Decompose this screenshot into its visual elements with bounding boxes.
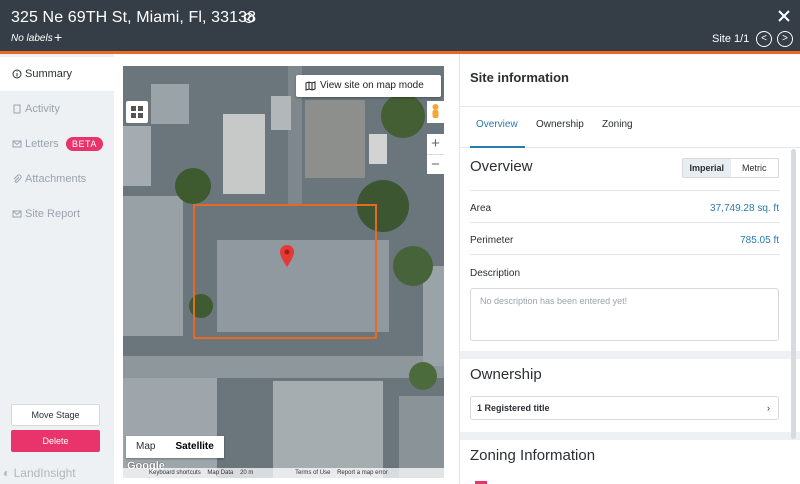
divider	[470, 222, 780, 223]
site-counter: Site 1/1	[712, 33, 750, 45]
site-address-title: 325 Ne 69TH St, Miami, Fl, 33138	[11, 9, 257, 26]
edit-pencil-icon[interactable]	[243, 12, 255, 24]
landinsight-logo: ◐ LandInsight	[3, 466, 76, 480]
previous-site-button[interactable]: <	[756, 31, 772, 47]
site-information-panel: Site information Overview Ownership Zoni…	[459, 54, 800, 484]
pegman-icon	[432, 104, 439, 118]
map-type-map[interactable]: Map	[126, 436, 165, 458]
ownership-heading: Ownership	[470, 366, 542, 383]
move-stage-button[interactable]: Move Stage	[11, 404, 100, 426]
unit-toggle: Imperial Metric	[682, 158, 779, 178]
sidebar-item-site-report[interactable]: Site Report	[0, 197, 114, 231]
paperclip-icon	[13, 174, 22, 183]
panel-title: Site information	[470, 70, 569, 85]
description-textarea[interactable]: No description has been entered yet!	[470, 288, 779, 341]
info-circle-icon	[12, 69, 22, 79]
location-pin-icon[interactable]	[279, 244, 295, 268]
zoom-in-button[interactable]: +	[427, 134, 444, 154]
active-tab-indicator	[470, 146, 525, 148]
site-boundary-overlay	[193, 204, 377, 339]
delete-button[interactable]: Delete	[11, 430, 100, 452]
divider	[470, 190, 780, 191]
description-label: Description	[470, 268, 521, 279]
zoom-out-button[interactable]: −	[427, 154, 444, 174]
satellite-map[interactable]: View site on map mode + − Map Satellite …	[123, 66, 444, 478]
close-icon[interactable]	[776, 8, 792, 24]
registered-title-label: 1 Registered title	[477, 403, 550, 413]
unit-imperial[interactable]: Imperial	[683, 159, 731, 177]
tab-overview[interactable]: Overview	[476, 119, 518, 130]
report-error-link[interactable]: Report a map error	[337, 470, 388, 476]
sidebar-item-label: Summary	[25, 68, 73, 80]
logo-mark-icon: ◐	[3, 466, 11, 480]
sidebar-item-activity[interactable]: Activity	[0, 92, 114, 126]
sidebar: Summary Activity Letters BETA Attachment…	[0, 54, 114, 484]
document-icon	[13, 104, 21, 114]
section-separator	[460, 432, 800, 440]
map-type-satellite[interactable]: Satellite	[165, 436, 223, 458]
keyboard-shortcuts-link[interactable]: Keyboard shortcuts	[149, 470, 201, 476]
grid-icon	[131, 106, 143, 118]
envelope-icon	[12, 210, 22, 218]
sidebar-item-label: Letters	[25, 138, 59, 150]
sidebar-item-label: Attachments	[25, 173, 87, 185]
sidebar-item-attachments[interactable]: Attachments	[0, 162, 114, 196]
section-separator	[460, 351, 800, 359]
terms-link[interactable]: Terms of Use	[295, 470, 330, 476]
map-data-link[interactable]: Map Data	[207, 470, 233, 476]
tab-zoning[interactable]: Zoning	[602, 119, 633, 130]
view-site-on-map-button[interactable]: View site on map mode	[296, 75, 441, 97]
divider	[470, 254, 780, 255]
panel-tabs: Overview Ownership Zoning	[460, 106, 800, 148]
sidebar-item-summary[interactable]: Summary	[0, 57, 114, 91]
add-label-button[interactable]: +	[54, 30, 62, 44]
map-attribution: Keyboard shortcuts Map Data 20 m Terms o…	[123, 468, 444, 478]
sidebar-item-letters[interactable]: Letters BETA	[0, 127, 114, 161]
sidebar-item-label: Activity	[25, 103, 60, 115]
perimeter-label: Perimeter	[470, 235, 514, 246]
zoning-heading: Zoning Information	[470, 447, 596, 464]
registered-title-row[interactable]: 1 Registered title ›	[470, 396, 779, 420]
scale-label: 20 m	[240, 470, 254, 476]
area-value: 37,749.28 sq. ft	[710, 203, 779, 214]
top-bar: 325 Ne 69TH St, Miami, Fl, 33138 No labe…	[0, 0, 800, 51]
labels-text: No labels	[11, 33, 53, 44]
unit-metric[interactable]: Metric	[731, 159, 779, 177]
zoom-controls: + −	[427, 134, 444, 174]
sidebar-item-label: Site Report	[25, 208, 81, 220]
logo-text: LandInsight	[13, 466, 76, 480]
fullscreen-button[interactable]	[126, 101, 148, 123]
perimeter-value: 785.05 ft	[740, 235, 779, 246]
panel-scrollbar[interactable]	[791, 149, 796, 439]
envelope-icon	[12, 140, 22, 148]
map-type-toggle: Map Satellite	[126, 436, 224, 458]
next-site-button[interactable]: >	[777, 31, 793, 47]
street-view-pegman[interactable]	[427, 101, 444, 123]
map-icon	[305, 81, 316, 91]
beta-badge: BETA	[66, 137, 103, 151]
area-label: Area	[470, 203, 492, 214]
chevron-right-icon: ›	[767, 403, 770, 413]
overview-heading: Overview	[470, 158, 533, 175]
tab-ownership[interactable]: Ownership	[536, 119, 584, 130]
view-site-label: View site on map mode	[320, 80, 424, 91]
